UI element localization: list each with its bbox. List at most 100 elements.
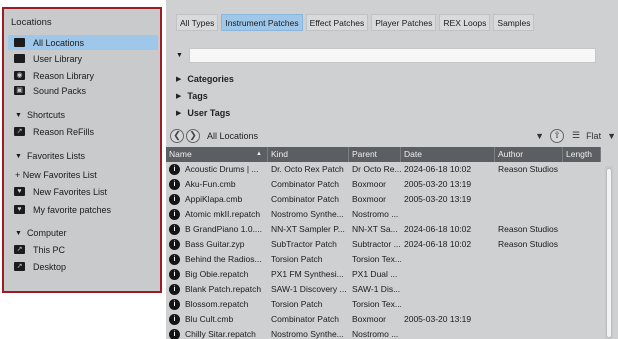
shortcut-reason-refills[interactable]: ↗ Reason ReFills	[8, 124, 158, 139]
tab-all-types[interactable]: All Types	[176, 14, 219, 31]
column-header-parent[interactable]: Parent	[349, 147, 401, 162]
favorites-section-toggle[interactable]: ▼ Favorites Lists	[15, 151, 85, 161]
table-row[interactable]: i Big Obie.repatch PX1 FM Synthesi... PX1 D…	[166, 267, 601, 282]
tab-effect-patches[interactable]: Effect Patches	[305, 14, 369, 31]
table-row[interactable]: i AppiKlapa.cmb Combinator Patch Boxmoor 200…	[166, 192, 601, 207]
location-reason-library[interactable]: ◉ Reason Library	[8, 68, 158, 83]
table-scrollbar[interactable]	[605, 166, 613, 339]
cell-date: 2005-03-20 13:19	[404, 194, 472, 204]
table-row[interactable]: i Chilly Sitar.repatch Nostromo Synthe... N…	[166, 327, 601, 339]
cell-kind: Nostromo Synthe...	[271, 209, 344, 219]
table-header: Name ▲ Kind Parent Date Author Length	[166, 147, 601, 162]
scrollbar-thumb[interactable]	[606, 168, 612, 338]
new-favorites-list-link[interactable]: + New Favorites List	[15, 170, 97, 180]
cell-author	[495, 327, 563, 339]
cell-name: i Acoustic Drums | ...	[166, 162, 268, 177]
column-header-kind[interactable]: Kind	[268, 147, 349, 162]
favorites-list-item[interactable]: ♥ My favorite patches	[8, 202, 158, 217]
cell-parent: Torsion Tex...	[352, 254, 401, 264]
cell-length	[563, 162, 601, 177]
cell-name-text: Acoustic Drums | ...	[185, 164, 259, 174]
computer-this-pc[interactable]: ↗ This PC	[8, 242, 158, 257]
cell-length	[563, 327, 601, 339]
cell-date: 2024-06-18 10:02	[404, 239, 472, 249]
computer-section-toggle[interactable]: ▼ Computer	[15, 228, 66, 238]
tab-rex-loops[interactable]: REX Loops	[439, 14, 491, 31]
cell-date: 2005-03-20 13:19	[404, 179, 472, 189]
patch-file-icon: i	[169, 314, 180, 325]
cell-name: i Blank Patch.repatch	[166, 282, 268, 297]
folder-icon	[14, 38, 25, 47]
pc-folder-icon: ↗	[14, 245, 25, 254]
column-header-name[interactable]: Name ▲	[166, 147, 268, 162]
back-icon[interactable]: ❮	[170, 128, 184, 143]
cell-name: i Aku-Fun.cmb	[166, 177, 268, 192]
cell-date: 2024-06-18 10:02	[404, 164, 472, 174]
list-view-icon[interactable]: ☰	[572, 130, 580, 141]
cell-kind: Dr. Octo Rex Patch	[271, 164, 344, 174]
cell-name-text: B GrandPiano 1.0....	[185, 224, 263, 234]
table-row[interactable]: i Acoustic Drums | ... Dr. Octo Rex Patch D…	[166, 162, 601, 177]
search-input[interactable]	[188, 48, 596, 63]
cell-length	[563, 297, 601, 312]
location-sound-packs[interactable]: ▣ Sound Packs	[8, 83, 158, 98]
tab-instrument-patches[interactable]: Instrument Patches	[221, 14, 303, 31]
table-row[interactable]: i Blu Cult.cmb Combinator Patch Boxmoor 2005…	[166, 312, 601, 327]
up-folder-icon[interactable]: ⇧	[549, 128, 564, 143]
tab-samples[interactable]: Samples	[493, 14, 535, 31]
cell-parent: Boxmoor	[352, 194, 387, 204]
cell-date	[401, 252, 495, 267]
chevron-down-icon: ▼	[15, 229, 22, 237]
cell-kind: Torsion Patch	[271, 299, 323, 309]
column-header-length[interactable]: Length	[563, 147, 601, 162]
results-table: Name ▲ Kind Parent Date Author Length iA…	[166, 147, 601, 339]
cell-author	[495, 267, 563, 282]
favorites-list-item[interactable]: ♥ New Favorites List	[8, 184, 158, 199]
filter-categories[interactable]: ▶ Categories	[176, 74, 234, 84]
cell-name-text: Chilly Sitar.repatch	[185, 329, 256, 339]
tab-player-patches[interactable]: Player Patches	[371, 14, 437, 31]
cell-parent: Boxmoor	[352, 179, 387, 189]
table-row[interactable]: i B GrandPiano 1.0.... NN-XT Sampler P... N…	[166, 222, 601, 237]
view-mode-label[interactable]: Flat	[586, 131, 601, 141]
cell-name: i B GrandPiano 1.0....	[166, 222, 268, 237]
cell-parent: SAW-1 Dis...	[352, 284, 401, 294]
column-header-author[interactable]: Author	[495, 147, 563, 162]
reason-library-icon: ◉	[14, 71, 25, 80]
column-header-label: Name	[169, 149, 192, 159]
cell-date	[401, 267, 495, 282]
column-header-date[interactable]: Date	[401, 147, 495, 162]
favorites-list-label: New Favorites List	[33, 186, 108, 197]
chevron-right-icon: ▶	[176, 76, 182, 83]
filter-tags[interactable]: ▶ Tags	[176, 91, 208, 101]
table-row[interactable]: i Bass Guitar.zyp SubTractor Patch Subtract…	[166, 237, 601, 252]
dropdown-arrow-icon[interactable]: ▼	[535, 131, 544, 141]
table-row[interactable]: i Behind the Radios... Torsion Patch Torsio…	[166, 252, 601, 267]
patch-file-icon: i	[169, 329, 180, 339]
cell-author: Reason Studios	[498, 164, 559, 174]
table-row[interactable]: i Aku-Fun.cmb Combinator Patch Boxmoor 2005-…	[166, 177, 601, 192]
view-mode-dropdown-icon[interactable]: ▼	[607, 131, 616, 141]
cell-date: 2005-03-20 13:19	[404, 314, 472, 324]
patch-file-icon: i	[169, 269, 180, 280]
cell-parent: NN-XT Sa...	[352, 224, 398, 234]
table-row[interactable]: i Atomic mkII.repatch Nostromo Synthe... No…	[166, 207, 601, 222]
table-row[interactable]: i Blank Patch.repatch SAW-1 Discovery ... S…	[166, 282, 601, 297]
location-label: Sound Packs	[33, 85, 87, 96]
shortcuts-section-toggle[interactable]: ▼ Shortcuts	[15, 110, 65, 120]
cell-kind: SubTractor Patch	[271, 239, 337, 249]
filter-user-tags[interactable]: ▶ User Tags	[176, 108, 230, 118]
chevron-down-icon[interactable]: ▼	[176, 52, 183, 59]
location-all-locations[interactable]: All Locations	[8, 35, 158, 50]
cell-length	[563, 222, 601, 237]
cell-author	[495, 252, 563, 267]
location-user-library[interactable]: User Library	[8, 51, 158, 66]
cell-length	[563, 237, 601, 252]
table-row[interactable]: i Blossom.repatch Torsion Patch Torsion Tex…	[166, 297, 601, 312]
filter-label: Categories	[187, 74, 234, 84]
computer-desktop[interactable]: ↗ Desktop	[8, 259, 158, 274]
cell-author: Reason Studios	[498, 224, 559, 234]
forward-icon[interactable]: ❯	[186, 128, 200, 143]
location-label: All Locations	[33, 37, 85, 48]
location-label: Reason Library	[33, 70, 95, 81]
